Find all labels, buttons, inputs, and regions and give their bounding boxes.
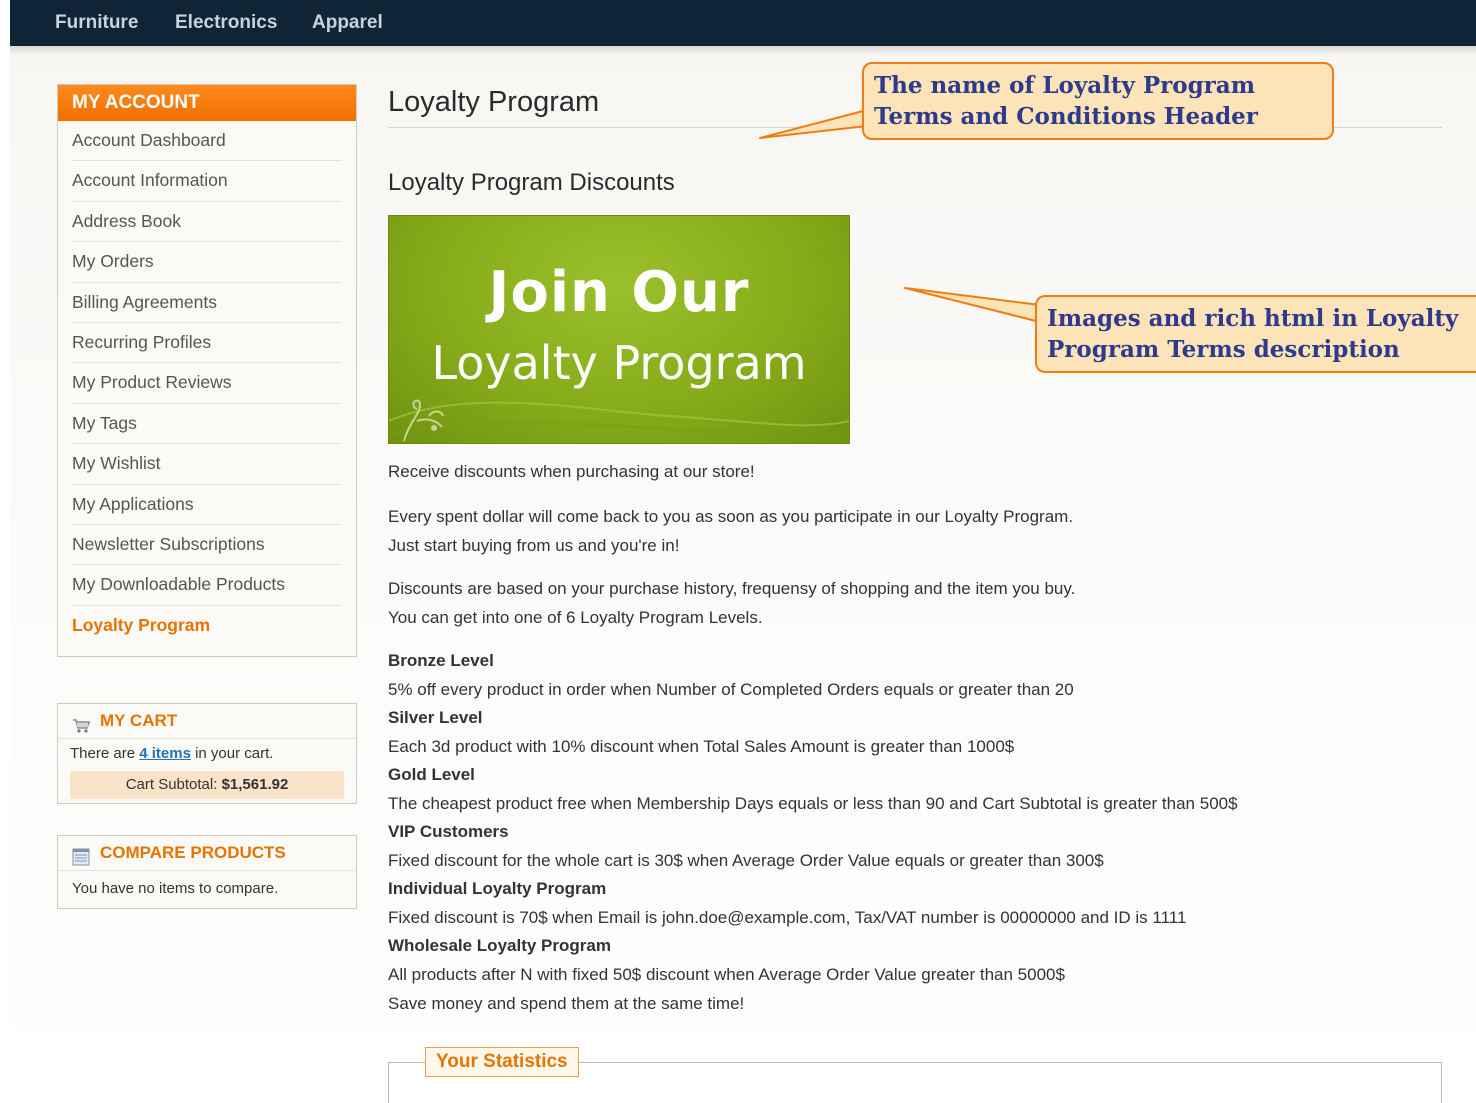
nav-item-apparel[interactable]: Apparel — [312, 12, 383, 34]
level-name-silver: Silver Level — [388, 708, 483, 727]
account-link-dashboard[interactable]: Account Dashboard — [72, 121, 342, 162]
account-nav-list: Account Dashboard Account Information Ad… — [58, 121, 356, 645]
description-callout: Images and rich html in Loyalty Program … — [1035, 295, 1476, 373]
paragraph-3-line-2: You can get into one of 6 Loyalty Progra… — [388, 608, 763, 627]
header-callout-line-1: The name of Loyalty Program — [874, 72, 1256, 99]
header-callout-line-2: Terms and Conditions Header — [874, 103, 1258, 130]
account-link-wishlist[interactable]: My Wishlist — [72, 444, 342, 485]
account-link-applications[interactable]: My Applications — [72, 485, 342, 525]
my-cart-title: MY CART — [100, 711, 178, 730]
intro-text: Receive discounts when purchasing at our… — [388, 462, 755, 481]
account-link-loyalty-program[interactable]: Loyalty Program — [72, 606, 342, 645]
cart-subtotal-value: $1,561.92 — [221, 776, 289, 793]
nav-shadow — [10, 46, 1476, 56]
account-link-downloadable-products[interactable]: My Downloadable Products — [72, 565, 342, 606]
banner-line-2: Loyalty Program — [431, 336, 807, 390]
paragraph-2-line-1: Every spent dollar will come back to you… — [388, 507, 1074, 526]
level-name-individual: Individual Loyalty Program — [388, 879, 607, 898]
account-link-product-reviews[interactable]: My Product Reviews — [72, 363, 342, 404]
account-link-information[interactable]: Account Information — [72, 161, 342, 202]
cart-subtotal: Cart Subtotal: $1,561.92 — [70, 771, 344, 799]
description-callout-line-1: Images and rich html in Loyalty — [1047, 305, 1459, 332]
description-callout-line-2: Program Terms description — [1047, 336, 1400, 363]
cart-text-after: in your cart. — [195, 745, 274, 762]
nav-item-furniture[interactable]: Furniture — [55, 12, 138, 34]
closing-text: Save money and spend them at the same ti… — [388, 994, 745, 1013]
level-desc-bronze: 5% off every product in order when Numbe… — [388, 680, 1074, 699]
level-name-wholesale: Wholesale Loyalty Program — [388, 936, 611, 955]
compare-products-header: COMPARE PRODUCTS — [58, 836, 356, 871]
paragraph-2-line-2: Just start buying from us and you're in! — [388, 536, 680, 555]
account-link-address-book[interactable]: Address Book — [72, 202, 342, 243]
level-desc-gold: The cheapest product free when Membershi… — [388, 794, 1238, 813]
cart-icon — [72, 712, 91, 733]
level-name-gold: Gold Level — [388, 765, 475, 784]
account-link-newsletter[interactable]: Newsletter Subscriptions — [72, 525, 342, 566]
cart-text-before: There are — [70, 745, 136, 762]
my-cart-block: MY CART There are 4 items in your cart. … — [57, 703, 357, 804]
banner-line-1: Join Our — [488, 260, 750, 325]
my-account-block: MY ACCOUNT Account Dashboard Account Inf… — [57, 84, 357, 657]
cart-subtotal-label: Cart Subtotal: — [125, 776, 218, 793]
my-cart-header: MY CART — [58, 704, 356, 739]
account-link-orders[interactable]: My Orders — [72, 242, 342, 283]
account-link-recurring-profiles[interactable]: Recurring Profiles — [72, 323, 342, 364]
level-name-vip: VIP Customers — [388, 822, 509, 841]
section-title: Loyalty Program Discounts — [388, 169, 675, 196]
compare-products-title: COMPARE PRODUCTS — [100, 843, 286, 862]
level-name-bronze: Bronze Level — [388, 651, 494, 670]
compare-products-empty-text: You have no items to compare. — [72, 880, 279, 897]
compare-products-block: COMPARE PRODUCTS You have no items to co… — [57, 835, 357, 909]
banner-decoration — [389, 399, 849, 442]
my-account-title: MY ACCOUNT — [58, 85, 356, 121]
compare-list-icon — [72, 844, 90, 866]
nav-item-electronics[interactable]: Electronics — [175, 12, 277, 34]
account-link-tags[interactable]: My Tags — [72, 404, 342, 445]
level-desc-vip: Fixed discount for the whole cart is 30$… — [388, 851, 1104, 870]
page-title: Loyalty Program — [388, 86, 600, 118]
header-callout: The name of Loyalty Program Terms and Co… — [862, 62, 1334, 140]
loyalty-banner-image: Join Our Loyalty Program — [388, 215, 850, 444]
level-desc-silver: Each 3d product with 10% discount when T… — [388, 737, 1015, 756]
level-desc-wholesale: All products after N with fixed 50$ disc… — [388, 965, 1065, 984]
account-link-billing-agreements[interactable]: Billing Agreements — [72, 283, 342, 323]
paragraph-3-line-1: Discounts are based on your purchase his… — [388, 579, 1076, 598]
cart-summary-text: There are 4 items in your cart. — [58, 739, 356, 767]
cart-items-link[interactable]: 4 items — [139, 745, 191, 762]
top-navigation: Furniture Electronics Apparel — [10, 0, 1476, 56]
level-desc-individual: Fixed discount is 70$ when Email is john… — [388, 908, 1187, 927]
statistics-legend: Your Statistics — [425, 1047, 579, 1077]
